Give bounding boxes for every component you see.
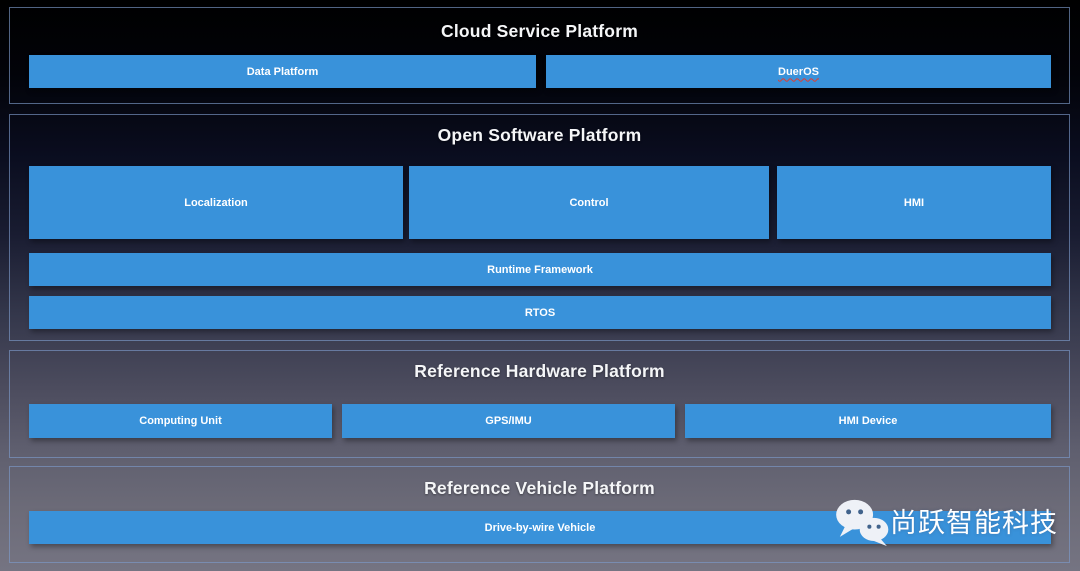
block-hmi-device: HMI Device (685, 404, 1051, 438)
section-title-cloud-service-platform: Cloud Service Platform (441, 21, 638, 41)
block-label: RTOS (524, 306, 556, 319)
block-rtos: RTOS (29, 296, 1051, 329)
block-label: Control (569, 196, 609, 209)
block-label: Runtime Framework (487, 263, 593, 276)
section-title-reference-vehicle-platform: Reference Vehicle Platform (424, 478, 655, 498)
wechat-icon (836, 499, 889, 547)
block-label: Computing Unit (139, 415, 222, 427)
section-reference-hardware-platform: Reference Hardware Platform Computing Un… (9, 350, 1070, 458)
watermark-text: 尚跃智能科技 (890, 508, 1058, 538)
block-computing-unit: Computing Unit (29, 404, 332, 438)
apollo-architecture-diagram: Cloud Service Platform Data Platform Due… (0, 0, 1080, 571)
block-label-spellcheck-underline: DuerOS (778, 65, 819, 78)
block-runtime-framework: Runtime Framework (29, 253, 1051, 286)
block-label: Localization (184, 196, 248, 209)
section-open-software-platform: Open Software Platform Localization Cont… (9, 114, 1070, 341)
section-cloud-service-platform: Cloud Service Platform Data Platform Due… (9, 7, 1070, 104)
block-data-platform: Data Platform (29, 55, 536, 88)
block-label: HMI Device (838, 415, 898, 427)
section-title-open-software-platform: Open Software Platform (437, 125, 642, 145)
block-gps-imu: GPS/IMU (342, 404, 675, 438)
block-localization: Localization (29, 166, 403, 239)
block-control: Control (409, 166, 769, 239)
block-label: Data Platform (246, 65, 319, 78)
block-label: Drive-by-wire Vehicle (484, 521, 596, 534)
block-label: GPS/IMU (485, 415, 532, 427)
block-hmi: HMI (777, 166, 1051, 239)
watermark: 尚跃智能科技 (834, 499, 1058, 547)
section-title-reference-hardware-platform: Reference Hardware Platform (414, 361, 665, 381)
block-dueros: DuerOS (546, 55, 1051, 88)
block-label: HMI (903, 196, 925, 209)
